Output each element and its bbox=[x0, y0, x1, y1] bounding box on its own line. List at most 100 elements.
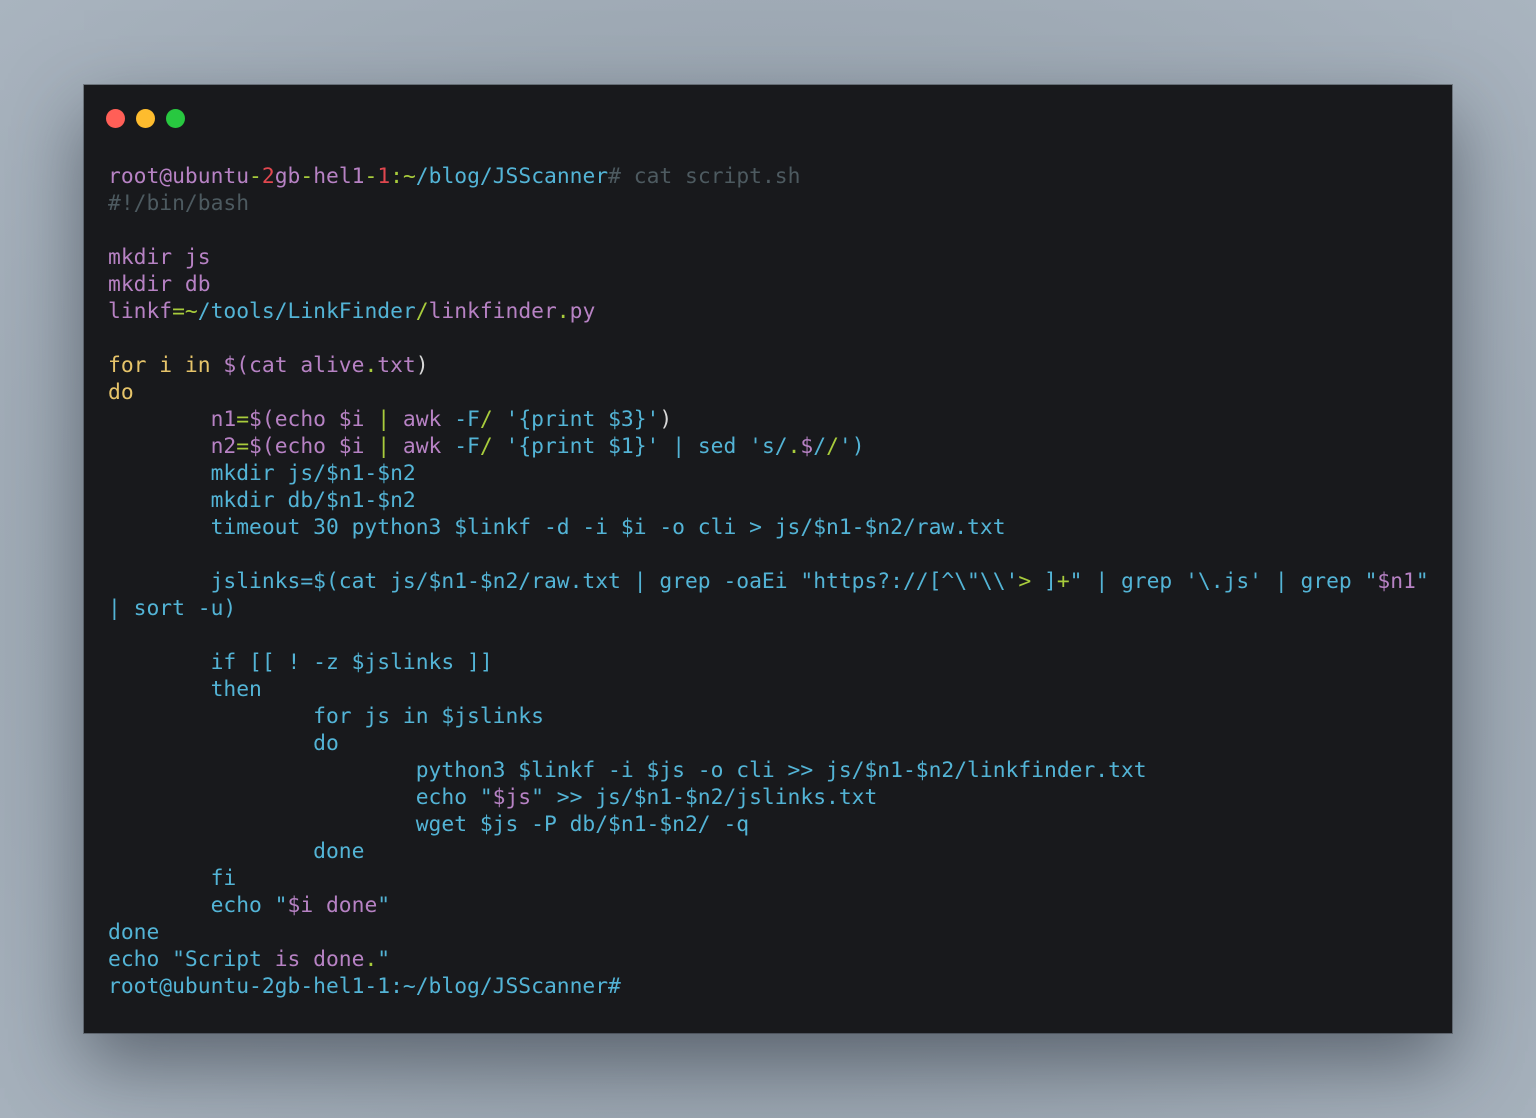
code-token: " bbox=[1415, 569, 1429, 594]
code-token: - bbox=[364, 164, 378, 189]
code-token: fi bbox=[108, 866, 237, 891]
code-token: root@ubuntu-2gb-hel1-1:~/blog/JSScanner# bbox=[108, 974, 621, 999]
code-token: n1 bbox=[108, 407, 237, 432]
code-token: txt bbox=[377, 353, 416, 378]
code-token: timeout 30 python3 $linkf -d -i $i -o cl… bbox=[108, 515, 1006, 540]
code-token: . bbox=[787, 434, 801, 459]
code-token: awk bbox=[390, 407, 455, 432]
code-token: - bbox=[300, 164, 314, 189]
code-token: #!/bin/bash bbox=[108, 191, 250, 216]
code-token: $(echo $i bbox=[249, 407, 378, 432]
code-token: -F bbox=[454, 434, 480, 459]
terminal-line: python3 $linkf -i $js -o cli >> js/$n1-$… bbox=[108, 757, 1432, 784]
code-token: ) bbox=[659, 407, 673, 432]
code-token: /blog/JSScanner bbox=[415, 164, 609, 189]
prompt-line: root@ubuntu-2gb-hel1-1:~/blog/JSScanner#… bbox=[108, 163, 1432, 190]
code-token: then bbox=[108, 677, 262, 702]
code-token: mkdir db/$n1-$n2 bbox=[108, 488, 416, 513]
code-token: $js bbox=[492, 785, 532, 810]
code-token: echo " bbox=[108, 785, 493, 810]
terminal-line: echo "$js" >> js/$n1-$n2/jslinks.txt bbox=[108, 784, 1432, 811]
code-token: $ bbox=[800, 434, 814, 459]
code-token: python3 $linkf -i $js -o cli >> js/$n1-$… bbox=[108, 758, 1147, 783]
code-token: $(echo $i bbox=[249, 434, 378, 459]
code-token: / bbox=[479, 434, 493, 459]
code-token: '{print $3}' bbox=[492, 407, 660, 432]
code-token: for js in $jslinks bbox=[108, 704, 544, 729]
terminal-window: root@ubuntu-2gb-hel1-1:~/blog/JSScanner#… bbox=[84, 85, 1452, 1033]
code-token: awk bbox=[390, 434, 455, 459]
terminal-line: do bbox=[108, 730, 1432, 757]
terminal-line: timeout 30 python3 $linkf -d -i $i -o cl… bbox=[108, 514, 1432, 541]
code-token: linkfinder bbox=[428, 299, 557, 324]
code-token: wget $js -P db/$n1-$n2/ -q bbox=[108, 812, 750, 837]
code-token: " bbox=[377, 947, 391, 972]
code-token: " >> js/$n1-$n2/jslinks.txt bbox=[531, 785, 878, 810]
code-token: gb bbox=[274, 164, 301, 189]
code-token: | bbox=[377, 407, 391, 432]
code-token: -F bbox=[454, 407, 480, 432]
code-token: # cat script.sh bbox=[608, 164, 801, 189]
code-token: = bbox=[236, 434, 250, 459]
terminal-line: | sort -u) bbox=[108, 595, 1432, 622]
terminal-line: mkdir js bbox=[108, 244, 1432, 271]
code-token: 1 bbox=[377, 164, 391, 189]
code-token: ] bbox=[1031, 569, 1057, 594]
code-token: . bbox=[364, 947, 378, 972]
code-token: - bbox=[249, 164, 262, 189]
code-token: | bbox=[377, 434, 391, 459]
code-token: / bbox=[813, 434, 827, 459]
code-token: mkdir js bbox=[108, 245, 211, 270]
terminal-line: echo "Script is done." bbox=[108, 946, 1432, 973]
code-token: :~ bbox=[390, 164, 416, 189]
terminal-line: wget $js -P db/$n1-$n2/ -q bbox=[108, 811, 1432, 838]
code-token: " | grep '\.js' | grep " bbox=[1069, 569, 1378, 594]
terminal-line: jslinks=$(cat js/$n1-$n2/raw.txt | grep … bbox=[108, 568, 1432, 595]
code-token: $(cat alive bbox=[223, 353, 365, 378]
code-token: " bbox=[377, 893, 391, 918]
current-prompt: root@ubuntu-2gb-hel1-1:~/blog/JSScanner# bbox=[108, 973, 1432, 1000]
code-token: do bbox=[108, 731, 339, 756]
terminal-line: fi bbox=[108, 865, 1432, 892]
code-token: if [[ ! -z $jslinks ]] bbox=[108, 650, 493, 675]
code-token: jslinks=$(cat js/$n1-$n2/raw.txt | grep … bbox=[108, 569, 1019, 594]
code-token: root@ubuntu bbox=[108, 164, 250, 189]
window-controls bbox=[106, 109, 185, 128]
code-token: / bbox=[415, 299, 429, 324]
terminal-line: done bbox=[108, 919, 1432, 946]
code-token: =~ bbox=[172, 299, 198, 324]
terminal-line: mkdir db/$n1-$n2 bbox=[108, 487, 1432, 514]
code-token: echo "Script bbox=[108, 947, 275, 972]
code-token: + bbox=[1056, 569, 1070, 594]
terminal-line: do bbox=[108, 379, 1432, 406]
code-token: ) bbox=[415, 353, 429, 378]
terminal-line: linkf=~/tools/LinkFinder/linkfinder.py bbox=[108, 298, 1432, 325]
code-token: done bbox=[108, 920, 160, 945]
code-token: ') bbox=[838, 434, 865, 459]
terminal-line: for i in $(cat alive.txt) bbox=[108, 352, 1432, 379]
maximize-icon[interactable] bbox=[166, 109, 185, 128]
code-token: / bbox=[826, 434, 839, 459]
code-token: / bbox=[479, 407, 493, 432]
terminal-output[interactable]: root@ubuntu-2gb-hel1-1:~/blog/JSScanner#… bbox=[108, 163, 1432, 1000]
code-token: '{print $1}' | sed 's/ bbox=[492, 434, 788, 459]
code-token: echo " bbox=[108, 893, 288, 918]
code-token: mkdir db bbox=[108, 272, 211, 297]
close-icon[interactable] bbox=[106, 109, 125, 128]
minimize-icon[interactable] bbox=[136, 109, 155, 128]
code-token: hel1 bbox=[313, 164, 365, 189]
terminal-line: #!/bin/bash bbox=[108, 190, 1432, 217]
terminal-line: then bbox=[108, 676, 1432, 703]
code-token: = bbox=[236, 407, 250, 432]
terminal-line: done bbox=[108, 838, 1432, 865]
terminal-line: if [[ ! -z $jslinks ]] bbox=[108, 649, 1432, 676]
code-token: . bbox=[556, 299, 570, 324]
code-token: mkdir js/$n1-$n2 bbox=[108, 461, 416, 486]
code-token: done bbox=[108, 839, 365, 864]
terminal-line: echo "$i done" bbox=[108, 892, 1432, 919]
code-token: $i done bbox=[287, 893, 378, 918]
